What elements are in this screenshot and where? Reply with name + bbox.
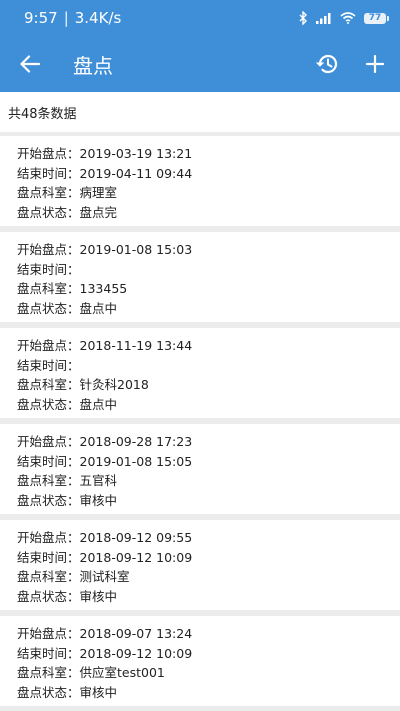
wifi-icon xyxy=(340,12,356,24)
back-button[interactable] xyxy=(18,52,42,76)
status-bar: 9:57 | 3.4K/s 77 xyxy=(0,0,400,36)
bluetooth-icon xyxy=(298,11,308,25)
start-row: 开始盘点：2018-09-12 09:55 xyxy=(17,528,400,548)
history-button[interactable] xyxy=(314,51,340,77)
status-value: 审核中 xyxy=(79,492,118,508)
start-label: 开始盘点： xyxy=(17,242,80,257)
status-row: 盘点状态：审核中 xyxy=(17,491,400,511)
status-row: 盘点状态：盘点中 xyxy=(17,299,400,319)
end-row: 结束时间：2018-09-12 10:09 xyxy=(17,644,400,664)
status-time: 9:57 xyxy=(24,9,58,27)
add-button[interactable] xyxy=(362,51,388,77)
status-right: 77 xyxy=(298,11,389,25)
inventory-list: 开始盘点：2019-03-19 13:21 结束时间：2019-04-11 09… xyxy=(0,132,400,706)
start-value: 2018-11-19 13:44 xyxy=(79,338,193,353)
start-row: 开始盘点：2019-01-08 15:03 xyxy=(17,240,400,260)
inventory-record[interactable]: 开始盘点：2018-09-12 09:55 结束时间：2018-09-12 10… xyxy=(0,520,400,610)
signal-icon xyxy=(316,12,332,24)
inventory-record[interactable]: 开始盘点：2018-09-07 13:24 结束时间：2018-09-12 10… xyxy=(0,616,400,706)
plus-icon xyxy=(366,55,384,73)
status-left: 9:57 | 3.4K/s xyxy=(24,9,121,27)
battery-icon: 77 xyxy=(364,12,389,24)
end-value: 2019-01-08 15:05 xyxy=(79,453,193,469)
status-row: 盘点状态：盘点中 xyxy=(17,395,400,415)
start-label: 开始盘点： xyxy=(17,626,80,641)
dept-value: 针灸科2018 xyxy=(79,377,149,392)
status-label: 盘点状态： xyxy=(17,588,80,604)
end-row: 结束时间：2018-09-12 10:09 xyxy=(17,548,400,568)
dept-row: 盘点科室：针灸科2018 xyxy=(17,375,400,395)
inventory-record[interactable]: 开始盘点：2019-03-19 13:21 结束时间：2019-04-11 09… xyxy=(0,136,400,226)
end-label: 结束时间： xyxy=(17,645,80,661)
start-value: 2019-01-08 15:03 xyxy=(79,242,193,257)
start-row: 开始盘点：2018-11-19 13:44 xyxy=(17,336,400,356)
dept-value: 五官科 xyxy=(79,473,118,488)
status-value: 审核中 xyxy=(79,684,118,700)
status-row: 盘点状态：审核中 xyxy=(17,587,400,607)
end-row: 结束时间： xyxy=(17,356,400,376)
dept-row: 盘点科室：五官科 xyxy=(17,471,400,491)
start-label: 开始盘点： xyxy=(17,434,80,449)
end-label: 结束时间： xyxy=(17,357,80,373)
end-label: 结束时间： xyxy=(17,261,80,277)
dept-label: 盘点科室： xyxy=(17,569,80,584)
end-value: 2019-04-11 09:44 xyxy=(79,165,193,181)
status-separator: | xyxy=(63,9,69,27)
app-bar: 盘点 xyxy=(0,36,400,92)
end-row: 结束时间：2019-04-11 09:44 xyxy=(17,164,400,184)
record-count-text: 共48条数据 xyxy=(8,106,77,122)
inventory-record[interactable]: 开始盘点：2018-09-28 17:23 结束时间：2019-01-08 15… xyxy=(0,424,400,514)
dept-row: 盘点科室：病理室 xyxy=(17,183,400,203)
dept-label: 盘点科室： xyxy=(17,185,80,200)
end-row: 结束时间： xyxy=(17,260,400,280)
status-label: 盘点状态： xyxy=(17,396,80,412)
dept-row: 盘点科室：供应室test001 xyxy=(17,663,400,683)
end-row: 结束时间：2019-01-08 15:05 xyxy=(17,452,400,472)
end-label: 结束时间： xyxy=(17,165,80,181)
dept-row: 盘点科室：133455 xyxy=(17,279,400,299)
inventory-record[interactable]: 开始盘点：2019-01-08 15:03 结束时间： 盘点科室：133455 … xyxy=(0,232,400,322)
start-label: 开始盘点： xyxy=(17,530,80,545)
start-value: 2019-03-19 13:21 xyxy=(79,146,193,161)
end-value: 2018-09-12 10:09 xyxy=(79,645,193,661)
dept-label: 盘点科室： xyxy=(17,473,80,488)
network-speed: 3.4K/s xyxy=(74,9,122,27)
status-value: 盘点中 xyxy=(79,300,118,316)
dept-row: 盘点科室：测试科室 xyxy=(17,567,400,587)
start-label: 开始盘点： xyxy=(17,338,80,353)
dept-label: 盘点科室： xyxy=(17,665,80,680)
start-row: 开始盘点：2018-09-07 13:24 xyxy=(17,624,400,644)
inventory-record[interactable]: 开始盘点：2018-11-19 13:44 结束时间： 盘点科室：针灸科2018… xyxy=(0,328,400,418)
start-row: 开始盘点：2019-03-19 13:21 xyxy=(17,144,400,164)
dept-value: 测试科室 xyxy=(79,569,130,584)
dept-label: 盘点科室： xyxy=(17,377,80,392)
end-label: 结束时间： xyxy=(17,549,80,565)
start-value: 2018-09-28 17:23 xyxy=(79,434,193,449)
status-row: 盘点状态：盘点完 xyxy=(17,203,400,223)
status-label: 盘点状态： xyxy=(17,492,80,508)
start-value: 2018-09-12 09:55 xyxy=(79,530,193,545)
arrow-left-icon xyxy=(20,55,40,73)
history-icon xyxy=(316,54,338,74)
status-value: 审核中 xyxy=(79,588,118,604)
status-row: 盘点状态：审核中 xyxy=(17,683,400,703)
start-value: 2018-09-07 13:24 xyxy=(79,626,193,641)
dept-label: 盘点科室： xyxy=(17,281,80,296)
dept-value: 133455 xyxy=(79,281,128,296)
status-value: 盘点完 xyxy=(79,204,118,220)
status-value: 盘点中 xyxy=(79,396,118,412)
page-title: 盘点 xyxy=(73,53,113,78)
status-label: 盘点状态： xyxy=(17,204,80,220)
start-label: 开始盘点： xyxy=(17,146,80,161)
start-row: 开始盘点：2018-09-28 17:23 xyxy=(17,432,400,452)
record-count: 共48条数据 xyxy=(0,92,400,132)
status-label: 盘点状态： xyxy=(17,684,80,700)
end-label: 结束时间： xyxy=(17,453,80,469)
dept-value: 供应室test001 xyxy=(79,665,165,680)
end-value: 2018-09-12 10:09 xyxy=(79,549,193,565)
dept-value: 病理室 xyxy=(79,185,118,200)
status-label: 盘点状态： xyxy=(17,300,80,316)
